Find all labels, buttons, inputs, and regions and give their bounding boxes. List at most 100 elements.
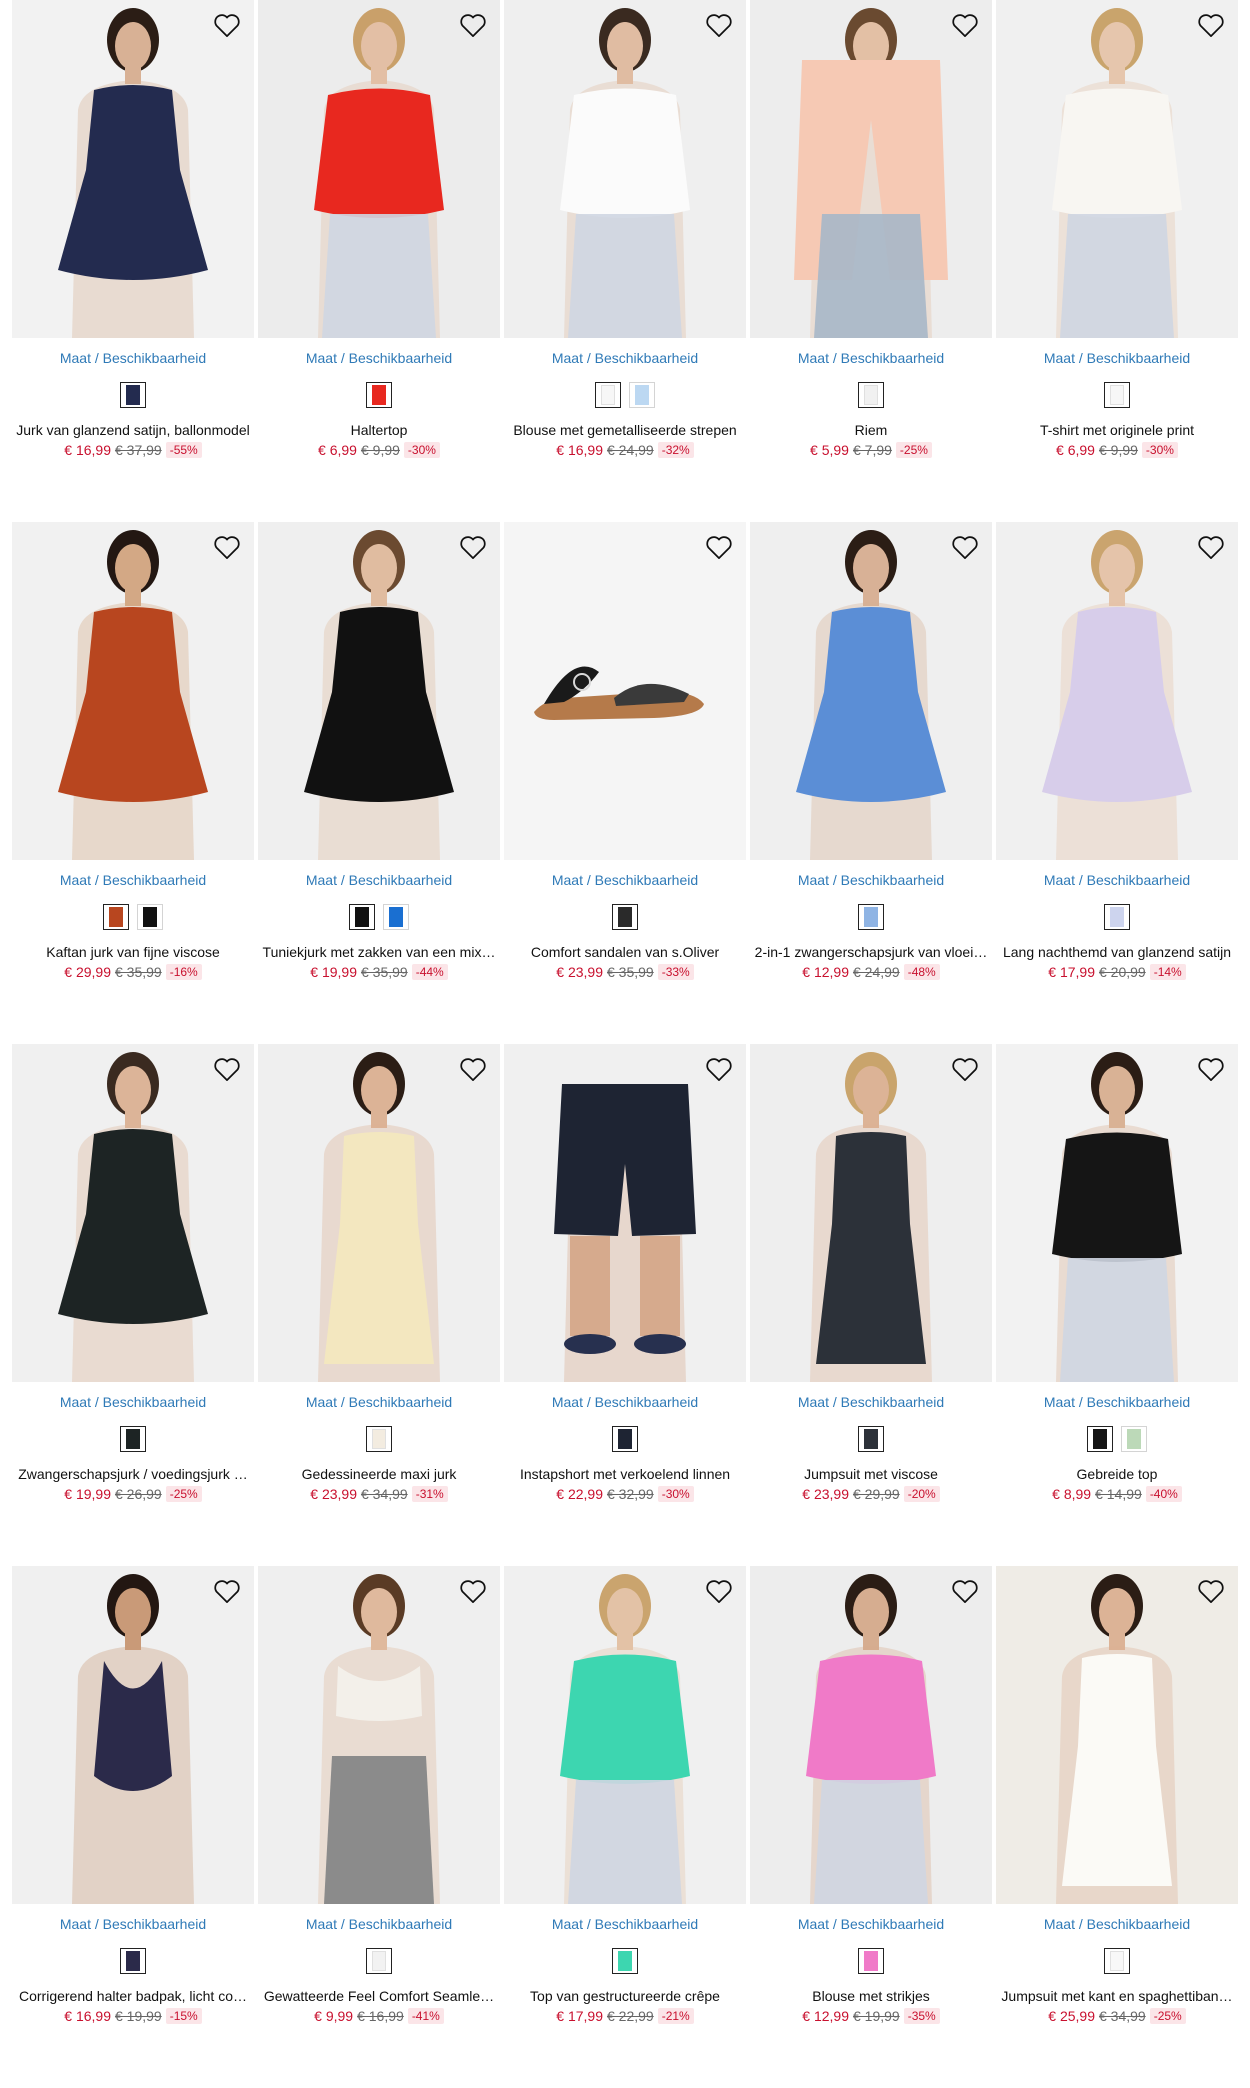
size-availability-link[interactable]: Maat / Beschikbaarheid [750, 1916, 992, 1936]
product-card-2[interactable]: Maat / Beschikbaarheid Haltertop € 6,99 … [258, 0, 500, 522]
product-title[interactable]: Tuniekjurk met zakken van een mix… [258, 942, 500, 962]
product-card-7[interactable]: Maat / Beschikbaarheid Tuniekjurk met za… [258, 522, 500, 1044]
product-title[interactable]: Blouse met gemetalliseerde strepen [504, 420, 746, 440]
product-title[interactable]: Jurk van glanzend satijn, ballonmodel [12, 420, 254, 440]
product-card-8[interactable]: Maat / Beschikbaarheid Comfort sandalen … [504, 522, 746, 1044]
color-swatch[interactable] [1104, 382, 1130, 408]
color-swatch[interactable] [366, 382, 392, 408]
wishlist-heart-icon[interactable] [1194, 530, 1228, 564]
color-swatch[interactable] [858, 904, 884, 930]
color-swatch[interactable] [612, 904, 638, 930]
size-availability-link[interactable]: Maat / Beschikbaarheid [12, 872, 254, 892]
product-image[interactable] [504, 1566, 746, 1904]
product-title[interactable]: Haltertop [258, 420, 500, 440]
product-title[interactable]: Riem [750, 420, 992, 440]
color-swatch[interactable] [366, 1948, 392, 1974]
size-availability-link[interactable]: Maat / Beschikbaarheid [12, 1394, 254, 1414]
product-image[interactable] [258, 1566, 500, 1904]
product-card-9[interactable]: Maat / Beschikbaarheid 2-in-1 zwangersch… [750, 522, 992, 1044]
product-image[interactable] [258, 0, 500, 338]
wishlist-heart-icon[interactable] [210, 8, 244, 42]
color-swatch[interactable] [1121, 1426, 1147, 1452]
product-image[interactable] [996, 522, 1238, 860]
product-card-18[interactable]: Maat / Beschikbaarheid Top van gestructu… [504, 1566, 746, 2088]
product-image[interactable] [750, 522, 992, 860]
wishlist-heart-icon[interactable] [702, 1574, 736, 1608]
color-swatch[interactable] [366, 1426, 392, 1452]
color-swatch[interactable] [1104, 904, 1130, 930]
color-swatch[interactable] [349, 904, 375, 930]
color-swatch[interactable] [383, 904, 409, 930]
color-swatch[interactable] [858, 1426, 884, 1452]
product-image[interactable] [996, 1044, 1238, 1382]
wishlist-heart-icon[interactable] [702, 1052, 736, 1086]
size-availability-link[interactable]: Maat / Beschikbaarheid [504, 872, 746, 892]
color-swatch[interactable] [137, 904, 163, 930]
color-swatch[interactable] [120, 1426, 146, 1452]
product-title[interactable]: Jumpsuit met kant en spaghettiban… [996, 1986, 1238, 2006]
product-title[interactable]: Kaftan jurk van fijne viscose [12, 942, 254, 962]
product-title[interactable]: Blouse met strikjes [750, 1986, 992, 2006]
product-card-1[interactable]: Maat / Beschikbaarheid Jurk van glanzend… [12, 0, 254, 522]
size-availability-link[interactable]: Maat / Beschikbaarheid [258, 350, 500, 370]
product-title[interactable]: Top van gestructureerde crêpe [504, 1986, 746, 2006]
wishlist-heart-icon[interactable] [702, 8, 736, 42]
size-availability-link[interactable]: Maat / Beschikbaarheid [504, 1394, 746, 1414]
product-card-14[interactable]: Maat / Beschikbaarheid Jumpsuit met visc… [750, 1044, 992, 1566]
wishlist-heart-icon[interactable] [456, 1052, 490, 1086]
wishlist-heart-icon[interactable] [210, 1574, 244, 1608]
size-availability-link[interactable]: Maat / Beschikbaarheid [504, 350, 746, 370]
product-image[interactable] [504, 0, 746, 338]
product-image[interactable] [996, 0, 1238, 338]
color-swatch[interactable] [612, 1948, 638, 1974]
product-title[interactable]: T-shirt met originele print [996, 420, 1238, 440]
color-swatch[interactable] [103, 904, 129, 930]
product-title[interactable]: Corrigerend halter badpak, licht co… [12, 1986, 254, 2006]
wishlist-heart-icon[interactable] [948, 8, 982, 42]
product-title[interactable]: Gedessineerde maxi jurk [258, 1464, 500, 1484]
size-availability-link[interactable]: Maat / Beschikbaarheid [258, 1916, 500, 1936]
product-card-6[interactable]: Maat / Beschikbaarheid Kaftan jurk van f… [12, 522, 254, 1044]
size-availability-link[interactable]: Maat / Beschikbaarheid [258, 1394, 500, 1414]
product-title[interactable]: Zwangerschapsjurk / voedingsjurk … [12, 1464, 254, 1484]
color-swatch[interactable] [629, 382, 655, 408]
product-card-5[interactable]: Maat / Beschikbaarheid T-shirt met origi… [996, 0, 1238, 522]
product-image[interactable] [750, 1044, 992, 1382]
product-title[interactable]: Instapshort met verkoelend linnen [504, 1464, 746, 1484]
size-availability-link[interactable]: Maat / Beschikbaarheid [996, 350, 1238, 370]
color-swatch[interactable] [612, 1426, 638, 1452]
size-availability-link[interactable]: Maat / Beschikbaarheid [750, 1394, 992, 1414]
size-availability-link[interactable]: Maat / Beschikbaarheid [750, 350, 992, 370]
size-availability-link[interactable]: Maat / Beschikbaarheid [996, 1916, 1238, 1936]
product-image[interactable] [504, 522, 746, 860]
size-availability-link[interactable]: Maat / Beschikbaarheid [12, 1916, 254, 1936]
wishlist-heart-icon[interactable] [1194, 1574, 1228, 1608]
wishlist-heart-icon[interactable] [1194, 1052, 1228, 1086]
product-title[interactable]: Gebreide top [996, 1464, 1238, 1484]
wishlist-heart-icon[interactable] [210, 1052, 244, 1086]
size-availability-link[interactable]: Maat / Beschikbaarheid [996, 1394, 1238, 1414]
size-availability-link[interactable]: Maat / Beschikbaarheid [996, 872, 1238, 892]
product-card-3[interactable]: Maat / Beschikbaarheid Blouse met gemeta… [504, 0, 746, 522]
product-card-13[interactable]: Maat / Beschikbaarheid Instapshort met v… [504, 1044, 746, 1566]
wishlist-heart-icon[interactable] [1194, 8, 1228, 42]
product-title[interactable]: Comfort sandalen van s.Oliver [504, 942, 746, 962]
product-title[interactable]: 2-in-1 zwangerschapsjurk van vloei… [750, 942, 992, 962]
wishlist-heart-icon[interactable] [456, 8, 490, 42]
product-title[interactable]: Gewatteerde Feel Comfort Seamle… [258, 1986, 500, 2006]
wishlist-heart-icon[interactable] [948, 530, 982, 564]
wishlist-heart-icon[interactable] [456, 1574, 490, 1608]
product-card-20[interactable]: Maat / Beschikbaarheid Jumpsuit met kant… [996, 1566, 1238, 2088]
product-card-12[interactable]: Maat / Beschikbaarheid Gedessineerde max… [258, 1044, 500, 1566]
wishlist-heart-icon[interactable] [948, 1574, 982, 1608]
size-availability-link[interactable]: Maat / Beschikbaarheid [750, 872, 992, 892]
color-swatch[interactable] [120, 382, 146, 408]
product-image[interactable] [504, 1044, 746, 1382]
color-swatch[interactable] [858, 1948, 884, 1974]
wishlist-heart-icon[interactable] [456, 530, 490, 564]
color-swatch[interactable] [1087, 1426, 1113, 1452]
product-card-19[interactable]: Maat / Beschikbaarheid Blouse met strikj… [750, 1566, 992, 2088]
product-image[interactable] [996, 1566, 1238, 1904]
product-image[interactable] [12, 1044, 254, 1382]
size-availability-link[interactable]: Maat / Beschikbaarheid [12, 350, 254, 370]
